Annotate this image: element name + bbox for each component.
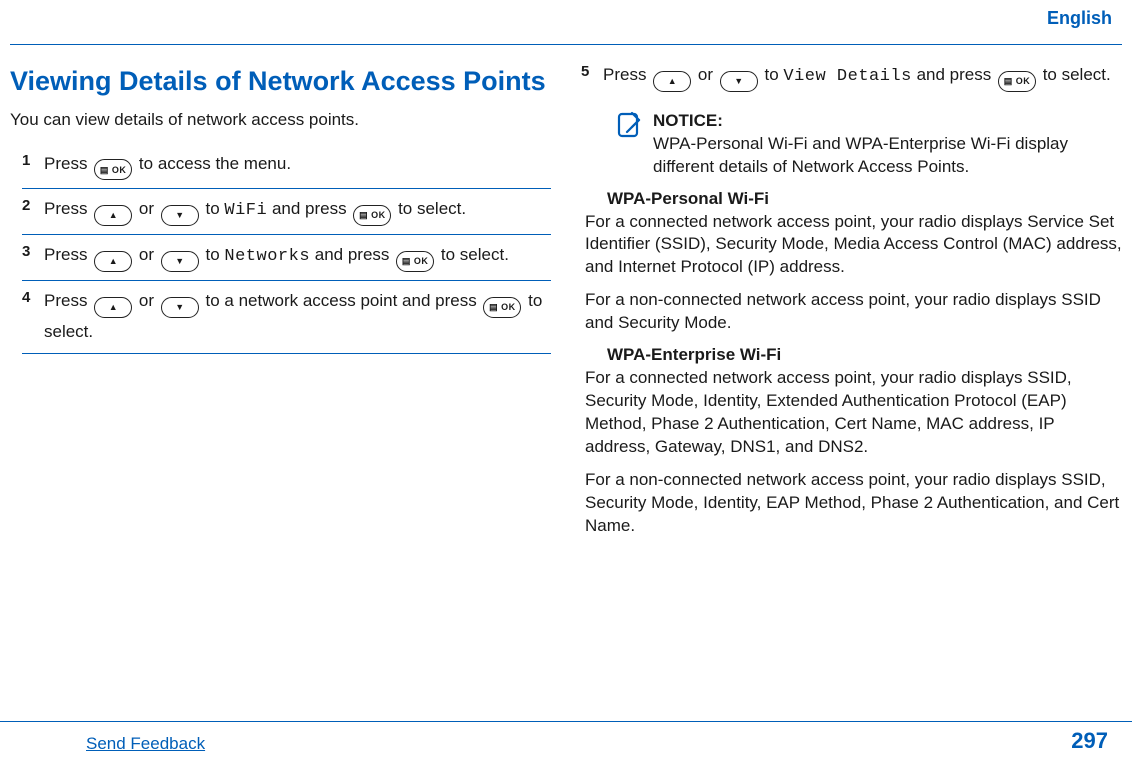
ok-button-icon [998, 71, 1036, 92]
wpa-enterprise-p1: For a connected network access point, yo… [585, 367, 1122, 459]
language-label: English [1047, 8, 1112, 29]
step-1: 1 Press to access the menu. [22, 144, 551, 190]
menu-item-code: WiFi [224, 201, 267, 220]
step-5: 5 Press or to View Details and press to … [581, 55, 1122, 100]
down-button-icon [720, 71, 758, 92]
text: to a network access point and press [206, 291, 482, 310]
ok-button-icon [396, 251, 434, 272]
down-button-icon [161, 205, 199, 226]
wpa-enterprise-term: WPA-Enterprise Wi-Fi [607, 345, 1122, 365]
text: to [765, 65, 784, 84]
text: Press [44, 154, 92, 173]
text: Press [44, 199, 92, 218]
up-button-icon [653, 71, 691, 92]
right-column: 5 Press or to View Details and press to … [581, 55, 1122, 548]
text: and press [272, 199, 351, 218]
menu-item-code: View Details [783, 67, 911, 86]
text: or [139, 291, 159, 310]
notice-text: NOTICE: WPA-Personal Wi-Fi and WPA-Enter… [653, 110, 1122, 179]
wpa-personal-term: WPA-Personal Wi-Fi [607, 189, 1122, 209]
step-body: Press or to WiFi and press to select. [44, 195, 551, 226]
step-body: Press or to Networks and press to select… [44, 241, 551, 272]
step-2: 2 Press or to WiFi and press to select. [22, 189, 551, 235]
step-body: Press or to View Details and press to se… [603, 61, 1122, 92]
page-footer: Send Feedback 297 [0, 721, 1132, 762]
step-number: 2 [22, 195, 44, 226]
text: or [139, 199, 159, 218]
text: and press [917, 65, 996, 84]
intro-paragraph: You can view details of network access p… [10, 109, 551, 132]
step-4: 4 Press or to a network access point and… [22, 281, 551, 354]
ok-button-icon [483, 297, 521, 318]
text: to select. [441, 245, 509, 264]
up-button-icon [94, 205, 132, 226]
text: or [698, 65, 718, 84]
notice-label: NOTICE: [653, 111, 723, 130]
send-feedback-link[interactable]: Send Feedback [86, 734, 205, 754]
text: to select. [398, 199, 466, 218]
two-column-layout: Viewing Details of Network Access Points… [10, 45, 1122, 548]
down-button-icon [161, 297, 199, 318]
text: to access the menu. [139, 154, 291, 173]
notice-block: NOTICE: WPA-Personal Wi-Fi and WPA-Enter… [615, 110, 1122, 179]
wpa-personal-p1: For a connected network access point, yo… [585, 211, 1122, 280]
step-number: 5 [581, 61, 603, 92]
text: and press [315, 245, 394, 264]
notice-body: WPA-Personal Wi-Fi and WPA-Enterprise Wi… [653, 134, 1068, 176]
page-number: 297 [1071, 728, 1108, 754]
document-page: English Viewing Details of Network Acces… [0, 0, 1132, 762]
text: to [206, 199, 225, 218]
notice-icon [615, 110, 643, 179]
step-3: 3 Press or to Networks and press to sele… [22, 235, 551, 281]
up-button-icon [94, 297, 132, 318]
text: to select. [1043, 65, 1111, 84]
up-button-icon [94, 251, 132, 272]
step-number: 1 [22, 150, 44, 181]
step-body: Press or to a network access point and p… [44, 287, 551, 345]
text: Press [44, 291, 92, 310]
text: Press [44, 245, 92, 264]
step-body: Press to access the menu. [44, 150, 551, 181]
step-number: 3 [22, 241, 44, 272]
wpa-enterprise-p2: For a non-connected network access point… [585, 469, 1122, 538]
ok-button-icon [94, 159, 132, 180]
left-column: Viewing Details of Network Access Points… [10, 55, 551, 548]
menu-item-code: Networks [224, 247, 310, 266]
down-button-icon [161, 251, 199, 272]
text: Press [603, 65, 651, 84]
text: to [206, 245, 225, 264]
text: or [139, 245, 159, 264]
ok-button-icon [353, 205, 391, 226]
step-number: 4 [22, 287, 44, 345]
wpa-personal-p2: For a non-connected network access point… [585, 289, 1122, 335]
section-heading: Viewing Details of Network Access Points [10, 65, 551, 99]
